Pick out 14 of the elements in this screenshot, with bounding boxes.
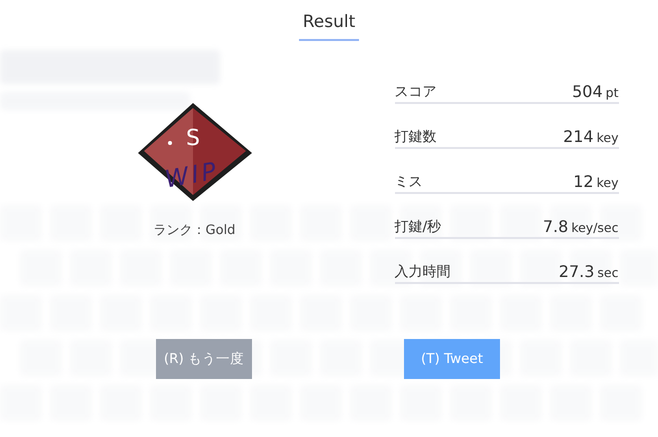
stat-value: 12 key xyxy=(573,172,618,191)
result-title: Result xyxy=(298,12,360,41)
stat-label: 打鍵/秒 xyxy=(394,218,442,236)
stat-label: 入力時間 xyxy=(394,263,450,281)
stat-label: スコア xyxy=(394,83,436,101)
retry-button[interactable]: (R) もう一度 xyxy=(156,339,252,379)
stat-label: 打鍵数 xyxy=(394,128,436,146)
tweet-button[interactable]: (T) Tweet xyxy=(404,339,500,379)
stat-value: 7.8 key/sec xyxy=(542,217,618,236)
rank-label: ランク：Gold xyxy=(154,222,236,239)
stat-value: 214 key xyxy=(563,127,618,146)
stat-label: ミス xyxy=(394,173,422,191)
stat-value: 27.3 sec xyxy=(558,262,618,281)
stat-value: 504 pt xyxy=(572,82,618,101)
